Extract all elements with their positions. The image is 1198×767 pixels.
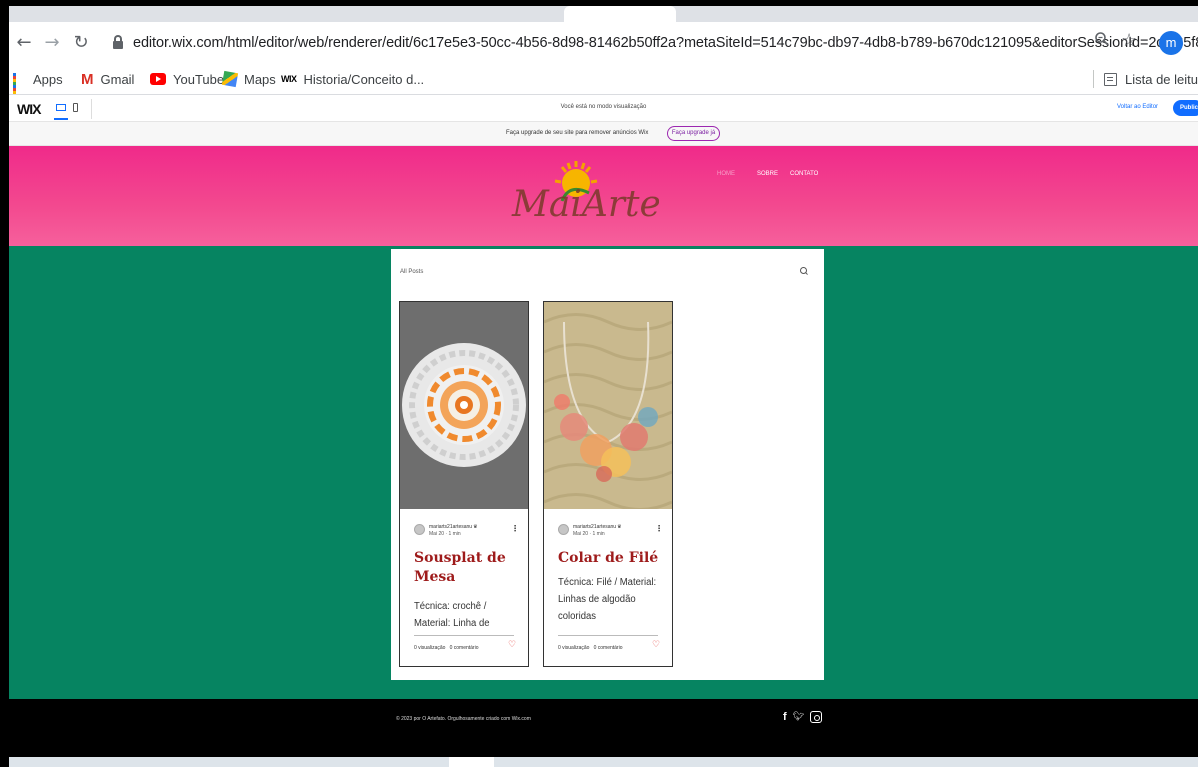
apps-grid-icon xyxy=(13,72,26,100)
url-text[interactable]: editor.wix.com/html/editor/web/renderer/… xyxy=(133,35,1198,51)
bookmarks-bar: Apps M Gmail YouTube Maps WIX Historia/C… xyxy=(9,64,1198,100)
bookmark-gmail[interactable]: M Gmail xyxy=(81,70,134,88)
bookmark-historia[interactable]: WIX Historia/Conceito d... xyxy=(281,70,424,88)
reading-list[interactable]: Lista de leitu xyxy=(1093,70,1198,88)
reload-icon[interactable]: ↻ xyxy=(69,31,93,55)
bookmark-apps[interactable]: Apps xyxy=(13,70,63,100)
blog-feed: All Posts mariarts21artesanu♛ Mai 20 · 1… xyxy=(391,249,824,680)
upgrade-banner: Faça upgrade de seu site para remover an… xyxy=(9,122,1198,146)
wix-favicon-icon: WIX xyxy=(281,74,297,84)
search-icon[interactable] xyxy=(800,267,808,275)
crown-icon: ♛ xyxy=(473,524,478,530)
post-card[interactable]: mariarts21artesanu♛ Mai 20 · 1 min ⋮ Col… xyxy=(543,301,673,667)
heart-icon[interactable]: ♡ xyxy=(652,640,660,650)
bookmark-label: YouTube xyxy=(173,71,225,87)
tab-strip xyxy=(9,6,1198,22)
reading-list-icon xyxy=(1104,72,1117,86)
more-options-icon[interactable]: ⋮ xyxy=(511,524,519,533)
post-meta: mariarts21artesanu♛ Mai 20 · 1 min ⋮ xyxy=(558,524,663,540)
separator xyxy=(1093,70,1094,88)
back-arrow-icon[interactable]: ← xyxy=(12,31,36,55)
heart-icon[interactable]: ♡ xyxy=(508,640,516,650)
post-stats: 0 visualização 0 comentário xyxy=(414,645,478,651)
avatar[interactable] xyxy=(558,524,569,535)
bottom-strip-segment xyxy=(449,757,494,767)
bookmark-label: Maps xyxy=(244,71,276,87)
post-meta: mariarts21artesanu♛ Mai 20 · 1 min ⋮ xyxy=(414,524,519,540)
gmail-icon: M xyxy=(81,70,94,88)
address-bar[interactable]: editor.wix.com/html/editor/web/renderer/… xyxy=(103,28,1198,58)
site-footer: © 2023 por O Artefato. Orgulhosamente cr… xyxy=(9,699,1198,757)
post-title[interactable]: Colar de Filé xyxy=(558,549,668,568)
author-name: mariarts21artesanu xyxy=(573,524,617,530)
upgrade-button[interactable]: Faça upgrade já xyxy=(667,126,720,141)
avatar[interactable] xyxy=(414,524,425,535)
preview-mode-message: Você está no modo visualização xyxy=(560,104,647,110)
bookmark-star-icon[interactable]: ☆ xyxy=(1121,30,1137,51)
more-options-icon[interactable]: ⋮ xyxy=(655,524,663,533)
maps-icon xyxy=(221,70,239,88)
bottom-strip xyxy=(9,757,1198,767)
back-to-editor-link[interactable]: Voltar ao Editor xyxy=(1117,104,1158,110)
bookmark-label: Historia/Conceito d... xyxy=(303,71,425,87)
site-logo[interactable]: MaiArtes xyxy=(494,153,679,238)
zoom-icon[interactable] xyxy=(1094,31,1110,52)
post-title[interactable]: Sousplat de Mesa xyxy=(414,549,524,587)
active-tab[interactable] xyxy=(564,6,676,22)
post-excerpt: Técnica: crochê / Material: Linha de xyxy=(414,601,490,629)
comment-count: 0 comentário xyxy=(593,645,623,651)
wix-preview-bar: WIX Você está no modo visualização Volta… xyxy=(9,94,1198,122)
logo-text: MaiArtes xyxy=(511,184,659,225)
forward-arrow-icon[interactable]: → xyxy=(40,31,64,55)
bookmark-label: Gmail xyxy=(100,71,135,87)
crown-icon: ♛ xyxy=(617,524,622,530)
nav-home[interactable]: HOME xyxy=(717,171,735,177)
comment-count: 0 comentário xyxy=(449,645,479,651)
site-body: All Posts mariarts21artesanu♛ Mai 20 · 1… xyxy=(9,246,1198,699)
social-links: f 🐦︎ xyxy=(783,711,823,723)
post-image-doily[interactable] xyxy=(400,302,528,509)
facebook-icon[interactable]: f xyxy=(783,711,787,723)
post-date: Mai 20 · 1 min xyxy=(429,531,461,537)
upgrade-message: Faça upgrade de seu site para remover an… xyxy=(506,130,649,136)
copyright-text: © 2023 por O Artefato. Orgulhosamente cr… xyxy=(396,716,531,722)
post-stats: 0 visualização 0 comentário xyxy=(558,645,622,651)
youtube-icon xyxy=(150,73,166,85)
site-header: MaiArtes HOME SOBRE CONTATO xyxy=(9,146,1198,246)
divider xyxy=(558,635,658,636)
twitter-icon[interactable]: 🐦︎ xyxy=(793,712,804,722)
post-excerpt: Técnica: Filé / Material: Linhas de algo… xyxy=(558,577,657,622)
publish-button[interactable]: Public xyxy=(1173,100,1198,116)
view-count: 0 visualização xyxy=(558,645,590,651)
post-date: Mai 20 · 1 min xyxy=(573,531,605,537)
divider xyxy=(414,635,514,636)
active-device-indicator xyxy=(54,118,68,120)
post-image-necklace[interactable] xyxy=(544,302,672,509)
bookmark-maps[interactable]: Maps xyxy=(221,70,276,88)
author-name: mariarts21artesanu xyxy=(429,524,473,530)
all-posts-tab[interactable]: All Posts xyxy=(400,269,423,275)
nav-sobre[interactable]: SOBRE xyxy=(757,171,778,177)
instagram-icon[interactable] xyxy=(810,711,823,723)
browser-toolbar: ← → ↻ editor.wix.com/html/editor/web/ren… xyxy=(9,22,1198,64)
post-author[interactable]: mariarts21artesanu♛ xyxy=(573,524,622,530)
bookmark-label: Apps xyxy=(33,71,63,87)
reading-list-label: Lista de leitu xyxy=(1125,71,1198,87)
profile-avatar[interactable]: m xyxy=(1159,31,1183,55)
lock-icon[interactable] xyxy=(113,35,123,49)
post-author[interactable]: mariarts21artesanu♛ xyxy=(429,524,478,530)
post-card[interactable]: mariarts21artesanu♛ Mai 20 · 1 min ⋮ Sou… xyxy=(399,301,529,667)
bookmark-youtube[interactable]: YouTube xyxy=(150,70,224,88)
window-frame-left xyxy=(0,0,9,767)
nav-contato[interactable]: CONTATO xyxy=(790,171,818,177)
view-count: 0 visualização xyxy=(414,645,446,651)
